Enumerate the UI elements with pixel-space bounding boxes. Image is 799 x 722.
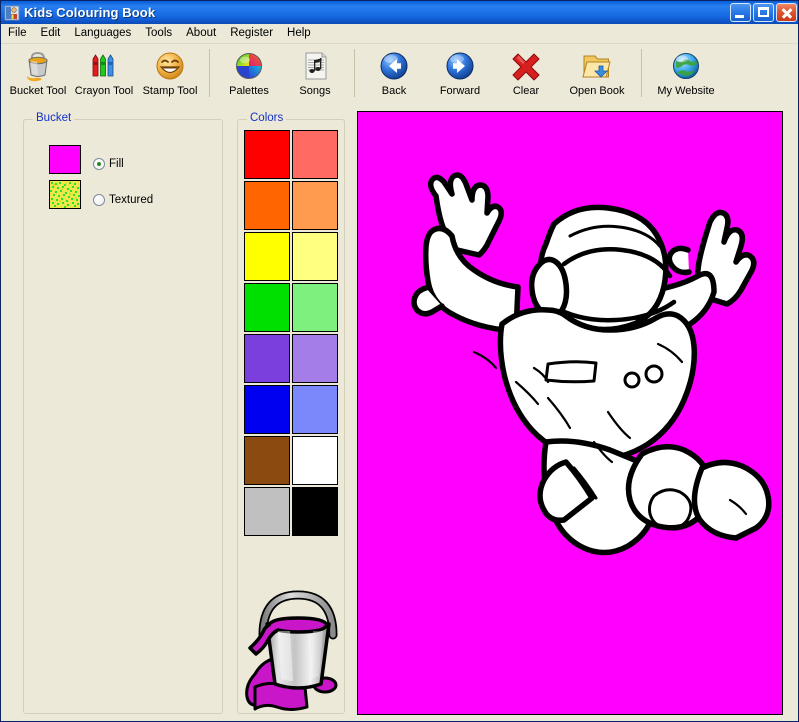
color-swatch-orange[interactable] — [243, 180, 291, 231]
menu-item-register[interactable]: Register — [223, 25, 280, 43]
color-swatch-yellow[interactable] — [243, 231, 291, 282]
toolbar-button-back[interactable]: Back — [361, 45, 427, 103]
forward-arrow-icon — [443, 49, 477, 83]
menu-item-help[interactable]: Help — [280, 25, 318, 43]
music-sheet-icon — [298, 49, 332, 83]
back-arrow-icon — [377, 49, 411, 83]
client-area: Bucket Fill Textured Colors — [1, 107, 798, 721]
smiley-stamp-icon — [153, 49, 187, 83]
color-swatch-light-yellow[interactable] — [291, 231, 339, 282]
toolbar-label: Palettes — [229, 85, 269, 97]
toolbar-label: My Website — [657, 85, 715, 97]
toolbar-button-palettes[interactable]: Palettes — [216, 45, 282, 103]
crayons-icon — [87, 49, 121, 83]
globe-icon — [669, 49, 703, 83]
fill-color-swatch[interactable] — [49, 145, 81, 174]
title-bar: Kids Colouring Book — [1, 1, 798, 24]
color-swatch-gray[interactable] — [243, 486, 291, 537]
menu-item-edit[interactable]: Edit — [34, 25, 68, 43]
texture-swatch[interactable] — [49, 180, 81, 209]
bucket-panel-title: Bucket — [33, 112, 75, 124]
bucket-preview-image — [245, 569, 351, 717]
menu-bar: File Edit Languages Tools About Register… — [1, 24, 798, 44]
radio-textured[interactable]: Textured — [93, 194, 153, 206]
astronaut-line-drawing — [358, 112, 782, 714]
toolbar-button-clear[interactable]: Clear — [493, 45, 559, 103]
colors-panel-title: Colors — [247, 112, 287, 124]
toolbar-label: Back — [381, 85, 407, 97]
radio-fill-label: Fill — [109, 158, 124, 170]
toolbar-button-bucket-tool[interactable]: Bucket Tool — [5, 45, 71, 103]
toolbar-label: Crayon Tool — [74, 85, 134, 97]
color-swatch-purple[interactable] — [243, 333, 291, 384]
color-swatch-white[interactable] — [291, 435, 339, 486]
menu-item-languages[interactable]: Languages — [67, 25, 138, 43]
color-swatch-red[interactable] — [243, 129, 291, 180]
toolbar-label: Bucket Tool — [9, 85, 67, 97]
toolbar-button-my-website[interactable]: My Website — [648, 45, 724, 103]
menu-item-tools[interactable]: Tools — [138, 25, 179, 43]
toolbar-button-forward[interactable]: Forward — [427, 45, 493, 103]
radio-fill[interactable]: Fill — [93, 158, 124, 170]
color-swatch-light-purple[interactable] — [291, 333, 339, 384]
toolbar: Bucket Tool Crayon Tool Stamp Tool Palet… — [1, 45, 798, 107]
color-swatch-light-green[interactable] — [291, 282, 339, 333]
radio-fill-indicator — [93, 158, 105, 170]
toolbar-separator — [354, 49, 355, 97]
menu-item-about[interactable]: About — [179, 25, 223, 43]
toolbar-button-open-book[interactable]: Open Book — [559, 45, 635, 103]
app-icon — [4, 5, 20, 21]
close-button[interactable] — [776, 3, 797, 22]
drawing-canvas[interactable] — [357, 111, 783, 715]
color-swatch-black[interactable] — [291, 486, 339, 537]
red-x-icon — [509, 49, 543, 83]
maximize-button[interactable] — [753, 3, 774, 22]
toolbar-label: Clear — [512, 85, 540, 97]
radio-textured-label: Textured — [109, 194, 154, 206]
window-title: Kids Colouring Book — [24, 5, 156, 20]
toolbar-button-songs[interactable]: Songs — [282, 45, 348, 103]
color-swatch-green[interactable] — [243, 282, 291, 333]
toolbar-label: Forward — [439, 85, 481, 97]
bucket-panel: Bucket Fill Textured — [23, 112, 223, 714]
paint-bucket-icon — [21, 49, 55, 83]
color-wheel-icon — [232, 49, 266, 83]
radio-textured-indicator — [93, 194, 105, 206]
toolbar-label: Stamp Tool — [142, 85, 198, 97]
toolbar-label: Songs — [299, 85, 331, 97]
toolbar-separator — [209, 49, 210, 97]
color-swatch-salmon[interactable] — [291, 129, 339, 180]
color-swatch-brown[interactable] — [243, 435, 291, 486]
window-buttons — [730, 3, 797, 22]
color-swatch-light-orange[interactable] — [291, 180, 339, 231]
toolbar-button-crayon-tool[interactable]: Crayon Tool — [71, 45, 137, 103]
open-folder-icon — [580, 49, 614, 83]
toolbar-separator — [641, 49, 642, 97]
color-swatch-light-blue[interactable] — [291, 384, 339, 435]
toolbar-label: Open Book — [569, 85, 625, 97]
minimize-button[interactable] — [730, 3, 751, 22]
application-window: Kids Colouring Book File Edit Languages … — [0, 0, 799, 722]
menu-item-file[interactable]: File — [1, 25, 34, 43]
colors-grid — [243, 129, 339, 537]
color-swatch-blue[interactable] — [243, 384, 291, 435]
toolbar-button-stamp-tool[interactable]: Stamp Tool — [137, 45, 203, 103]
